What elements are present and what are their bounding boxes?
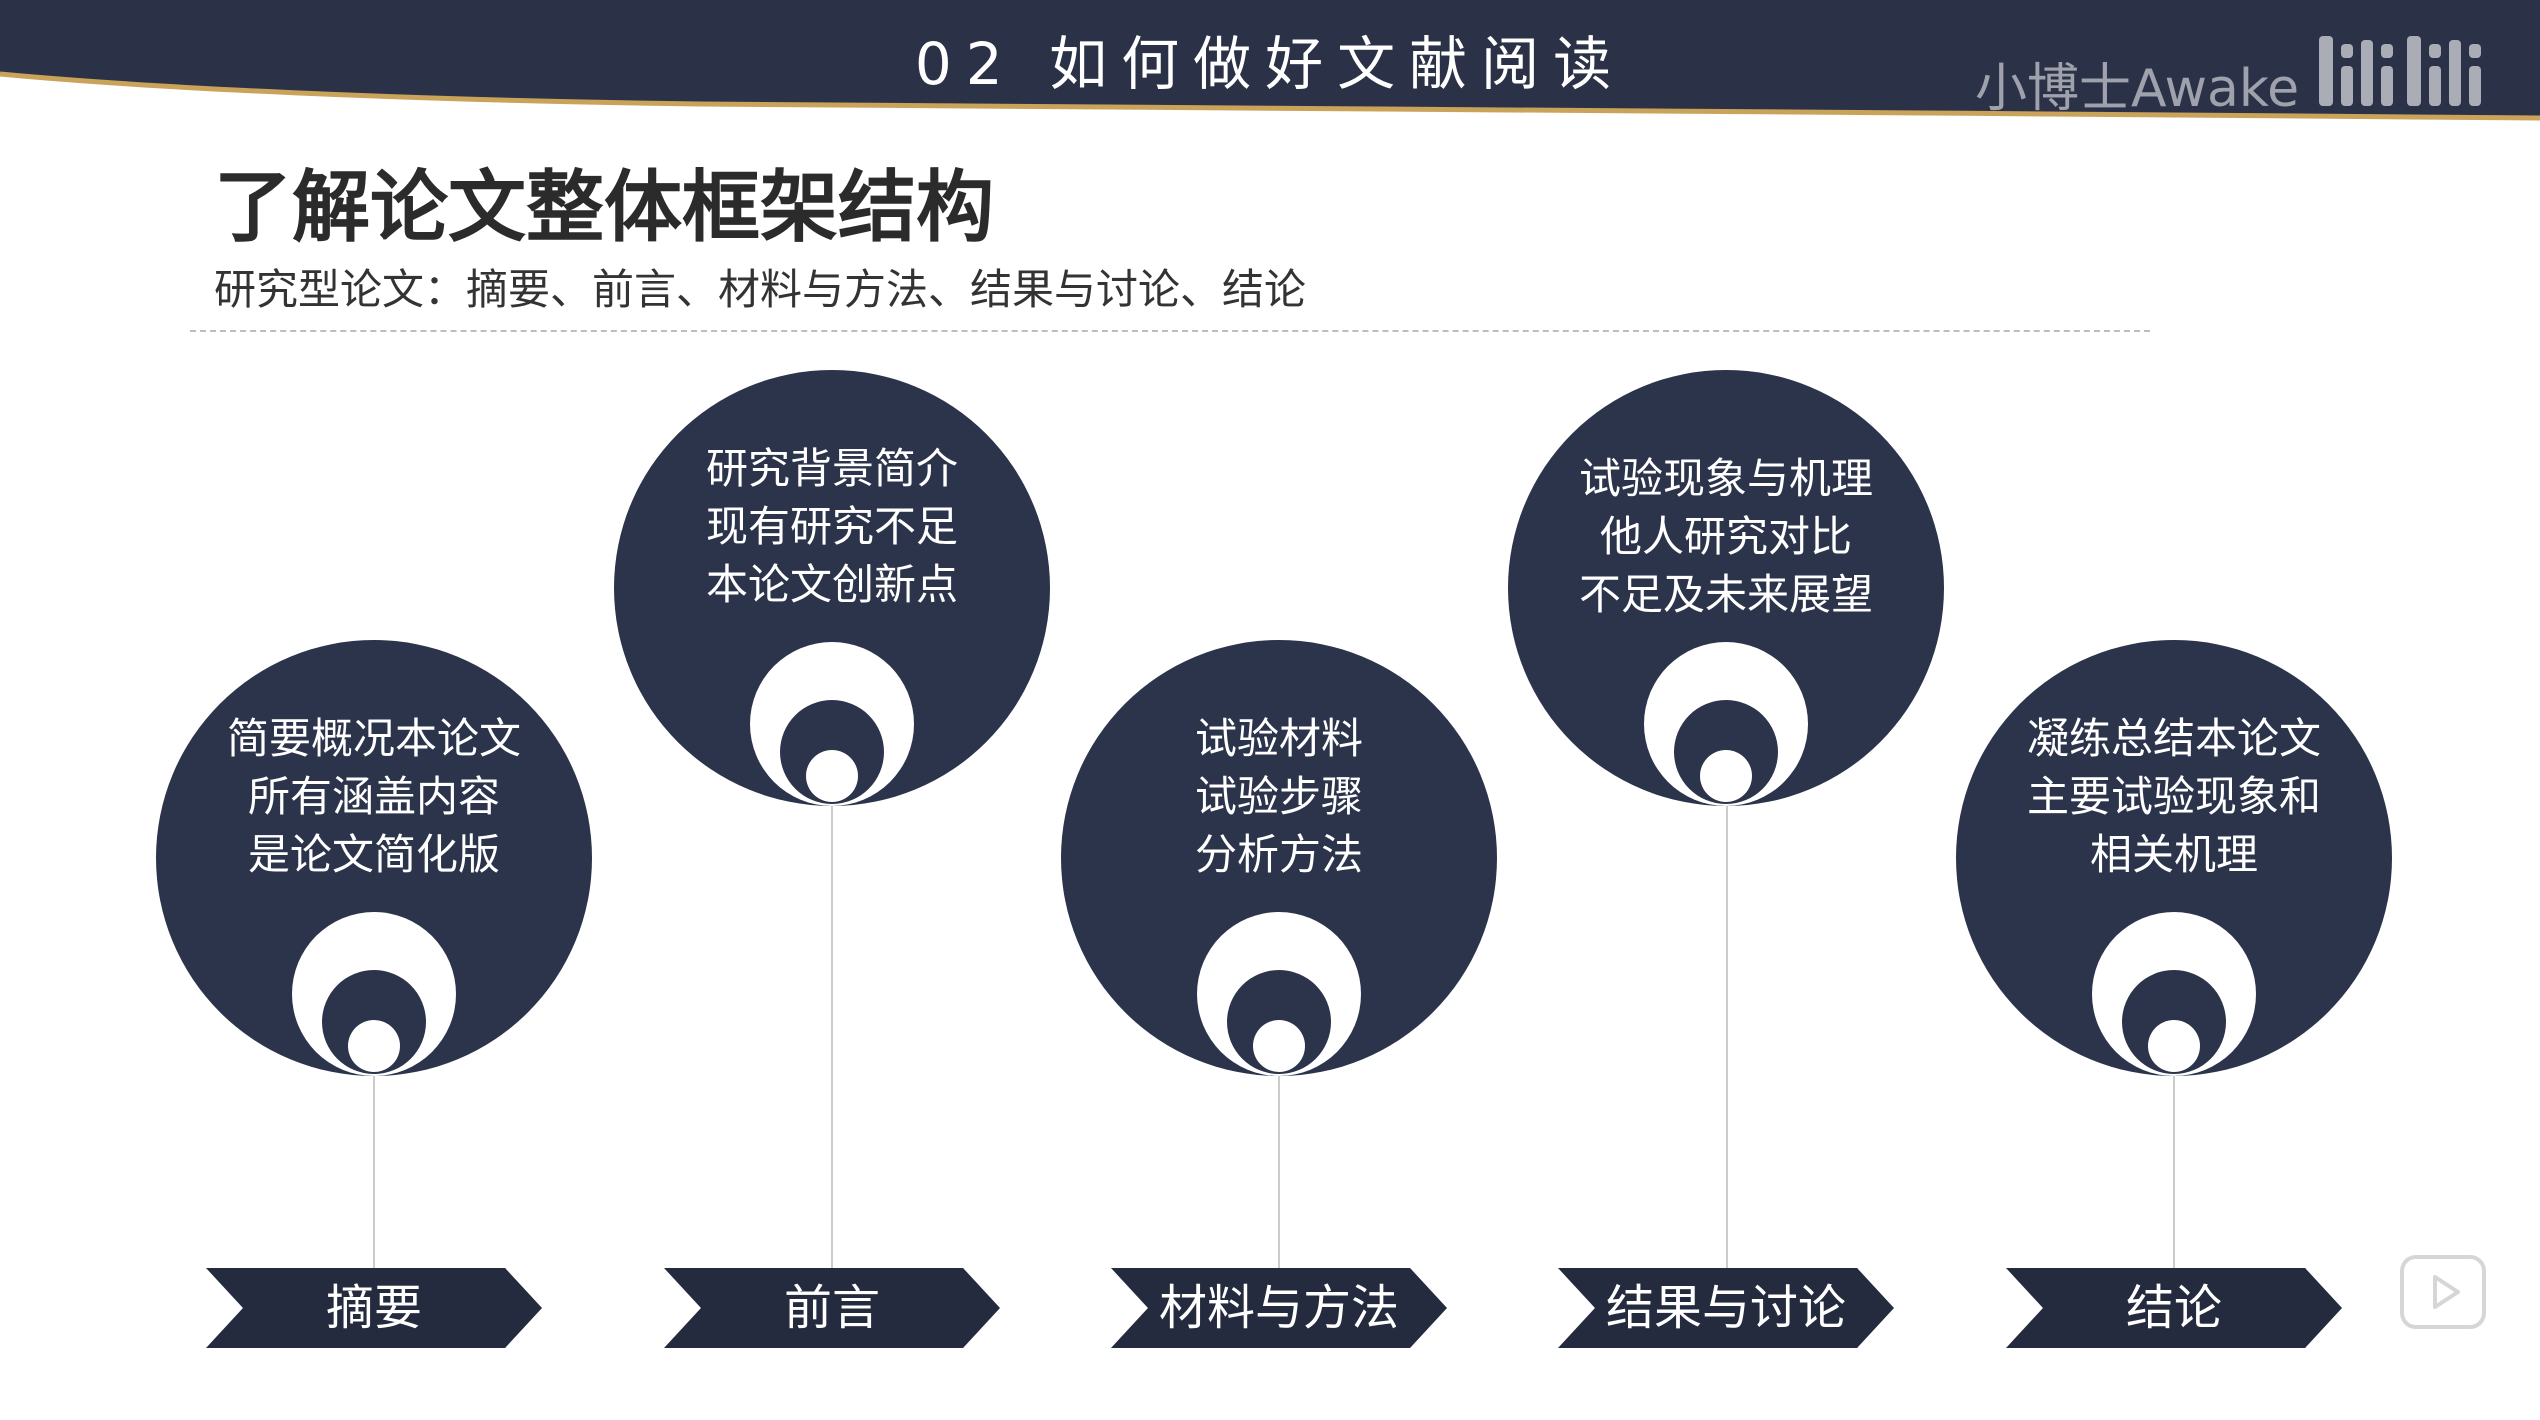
slide: 02 如何做好文献阅读 小博士Awake 了解论文整体框架结构 研究型论文：摘要… [0,0,2540,1420]
watermark: 小博士Awake [1975,59,2300,119]
section-description: 凝练总结本论文 主要试验现象和 相关机理 [1956,710,2392,884]
section-label-results: 结果与讨论 [1558,1268,1894,1348]
target-icon-dot [2148,1020,2200,1072]
slide-subtitle: 研究型论文：摘要、前言、材料与方法、结果与讨论、结论 [214,265,1307,314]
bilibili-logo-icon [2319,36,2481,106]
description-line: 不足及未来展望 [1578,570,1873,619]
description-line: 所有涵盖内容 [247,772,500,821]
description-line: 简要概况本论文 [226,714,521,763]
section-label-methods: 材料与方法 [1111,1268,1447,1348]
description-line: 试验现象与机理 [1578,454,1873,503]
description-line: 本论文创新点 [705,560,958,609]
play-button[interactable] [2400,1255,2486,1329]
description-line: 凝练总结本论文 [2026,714,2321,763]
section-description: 试验现象与机理 他人研究对比 不足及未来展望 [1508,450,1944,624]
play-icon [2433,1275,2460,1309]
section-description: 研究背景简介 现有研究不足 本论文创新点 [614,440,1050,614]
description-line: 研究背景简介 [705,444,958,493]
description-line: 分析方法 [1194,830,1363,879]
description-line: 主要试验现象和 [2026,772,2321,821]
description-line: 相关机理 [2089,830,2258,879]
description-line: 他人研究对比 [1599,512,1852,561]
target-icon-dot [1700,750,1752,802]
description-line: 是论文简化版 [247,830,500,879]
target-icon-dot [806,750,858,802]
stem-methods [1278,1060,1280,1270]
section-label-abstract: 摘要 [206,1268,542,1348]
stem-abstract [373,1060,375,1270]
section-circle-methods: 试验材料 试验步骤 分析方法 [1061,640,1497,1076]
section-label-conclusion: 结论 [2006,1268,2342,1348]
stem-conclusion [2173,1060,2175,1270]
description-line: 试验步骤 [1194,772,1363,821]
section-circle-conclusion: 凝练总结本论文 主要试验现象和 相关机理 [1956,640,2392,1076]
description-line: 试验材料 [1194,714,1363,763]
stem-introduction [831,795,833,1270]
target-icon-dot [1253,1020,1305,1072]
description-line: 现有研究不足 [705,502,958,551]
section-description: 简要概况本论文 所有涵盖内容 是论文简化版 [156,710,592,884]
section-description: 试验材料 试验步骤 分析方法 [1061,710,1497,884]
section-circle-introduction: 研究背景简介 现有研究不足 本论文创新点 [614,370,1050,806]
section-circle-abstract: 简要概况本论文 所有涵盖内容 是论文简化版 [156,640,592,1076]
dashed-divider [190,330,2150,332]
slide-heading: 了解论文整体框架结构 [214,163,995,253]
target-icon-dot [348,1020,400,1072]
stem-results [1726,795,1728,1270]
section-label-introduction: 前言 [664,1268,1000,1348]
section-circle-results: 试验现象与机理 他人研究对比 不足及未来展望 [1508,370,1944,806]
